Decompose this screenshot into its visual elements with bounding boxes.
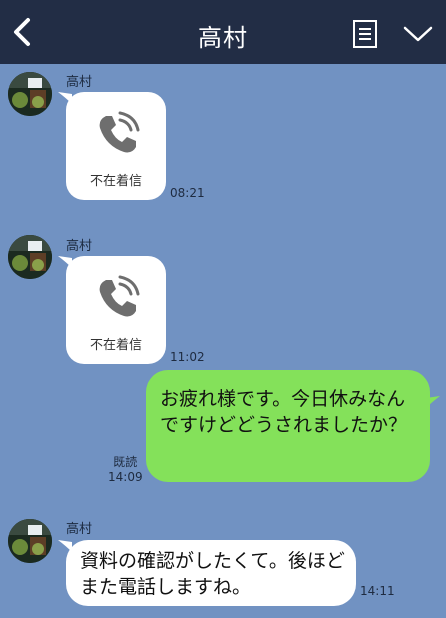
call-status-label: 不在着信 <box>89 174 142 189</box>
sender-name: 高村 <box>66 239 93 254</box>
avatar[interactable] <box>8 235 52 279</box>
missed-call-card[interactable]: 不在着信 <box>66 92 166 200</box>
message-time: 11:02 <box>170 350 205 364</box>
sender-name: 高村 <box>66 522 93 537</box>
phone-icon <box>99 111 140 153</box>
outgoing-message-bubble[interactable]: お疲れ様です。今日休みなんですけどどうされましたか？ <box>146 370 430 482</box>
sender-name: 高村 <box>66 75 93 90</box>
call-status-label: 不在着信 <box>89 338 142 353</box>
avatar-image <box>8 519 52 563</box>
message-text: 資料の確認がしたくて。後ほどまた電話しますね。 <box>80 550 345 598</box>
avatar-image <box>8 235 52 279</box>
avatar-image <box>8 72 52 116</box>
avatar[interactable] <box>8 519 52 563</box>
message-time: 14:11 <box>360 584 395 598</box>
notes-button[interactable] <box>352 19 378 49</box>
message-time: 08:21 <box>170 186 205 200</box>
chevron-left-icon <box>14 18 30 46</box>
menu-toggle-button[interactable] <box>402 24 434 44</box>
bubble-tail <box>426 396 440 408</box>
incoming-message-bubble[interactable]: 資料の確認がしたくて。後ほどまた電話しますね。 <box>66 540 356 606</box>
back-button[interactable] <box>8 14 38 50</box>
chat-title: 高村 <box>198 24 248 52</box>
message-text: お疲れ様です。今日休みなんですけどどうされましたか？ <box>160 388 408 436</box>
chevron-down-icon <box>403 26 433 42</box>
chat-header: 高村 <box>0 0 446 64</box>
phone-icon <box>99 275 140 317</box>
list-icon <box>353 20 377 48</box>
read-label: 既読 <box>113 455 138 469</box>
read-receipt: 既読 14:09 <box>108 455 143 485</box>
avatar[interactable] <box>8 72 52 116</box>
message-time: 14:09 <box>108 470 143 484</box>
missed-call-card[interactable]: 不在着信 <box>66 256 166 364</box>
